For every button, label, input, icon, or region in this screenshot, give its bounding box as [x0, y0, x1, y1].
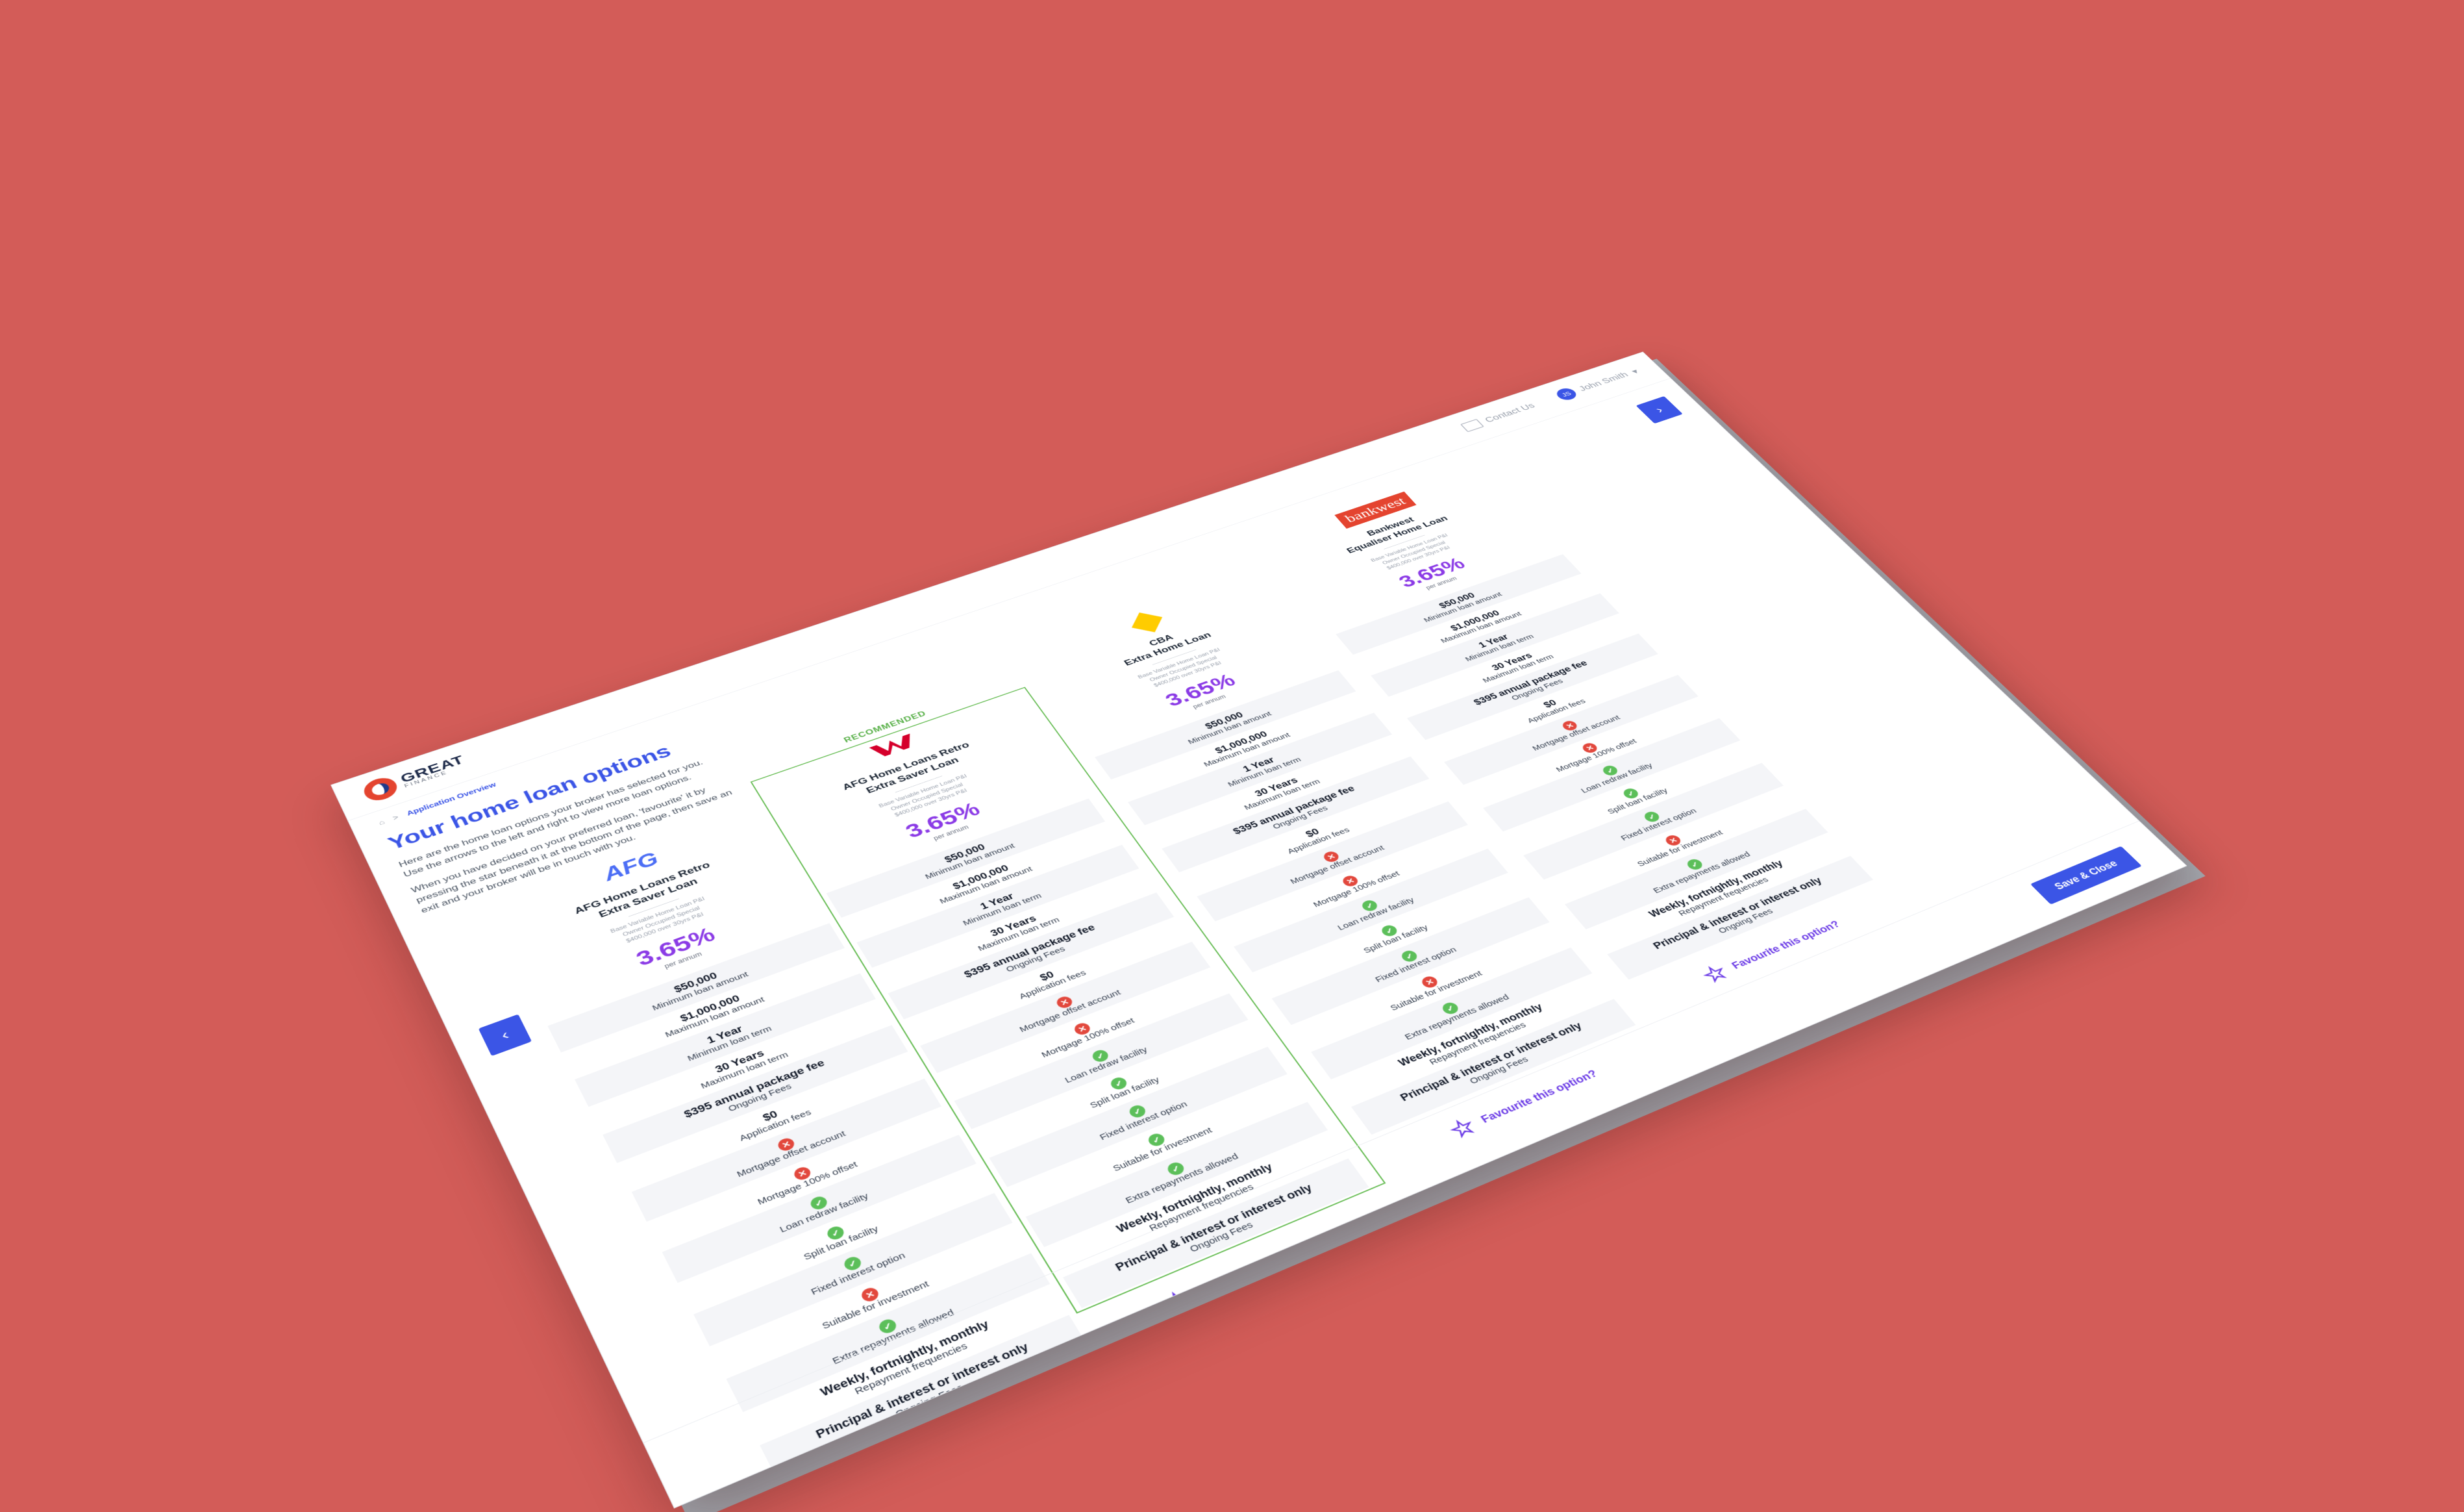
chevron-down-icon: ▾	[1629, 367, 1641, 376]
star-icon[interactable]: ☆	[858, 1453, 898, 1490]
avatar: JS	[1553, 386, 1580, 402]
brand-g-icon	[360, 774, 401, 805]
page-sheet: GREAT FINANCE Contact Us JS John Smith ▾…	[330, 351, 2206, 1512]
star-icon[interactable]: ☆	[1697, 960, 1734, 988]
contact-label: Contact Us	[1482, 401, 1537, 424]
bank-logo-mark	[869, 734, 917, 759]
next-options-button[interactable]: ›	[1636, 396, 1683, 424]
contact-us-link[interactable]: Contact Us	[1460, 401, 1537, 433]
loan-options-page: GREAT FINANCE Contact Us JS John Smith ▾…	[330, 351, 2187, 1509]
breadcrumb-separator: >	[391, 813, 400, 822]
home-icon[interactable]: ⌂	[377, 818, 386, 827]
bank-logo-mark	[1132, 612, 1163, 633]
mockup-scene: GREAT FINANCE Contact Us JS John Smith ▾…	[0, 0, 2464, 1512]
contact-icon	[1460, 418, 1485, 433]
user-name: John Smith	[1576, 370, 1630, 393]
prev-options-button[interactable]: ‹	[478, 1014, 532, 1057]
user-menu[interactable]: JS John Smith ▾	[1553, 366, 1642, 402]
